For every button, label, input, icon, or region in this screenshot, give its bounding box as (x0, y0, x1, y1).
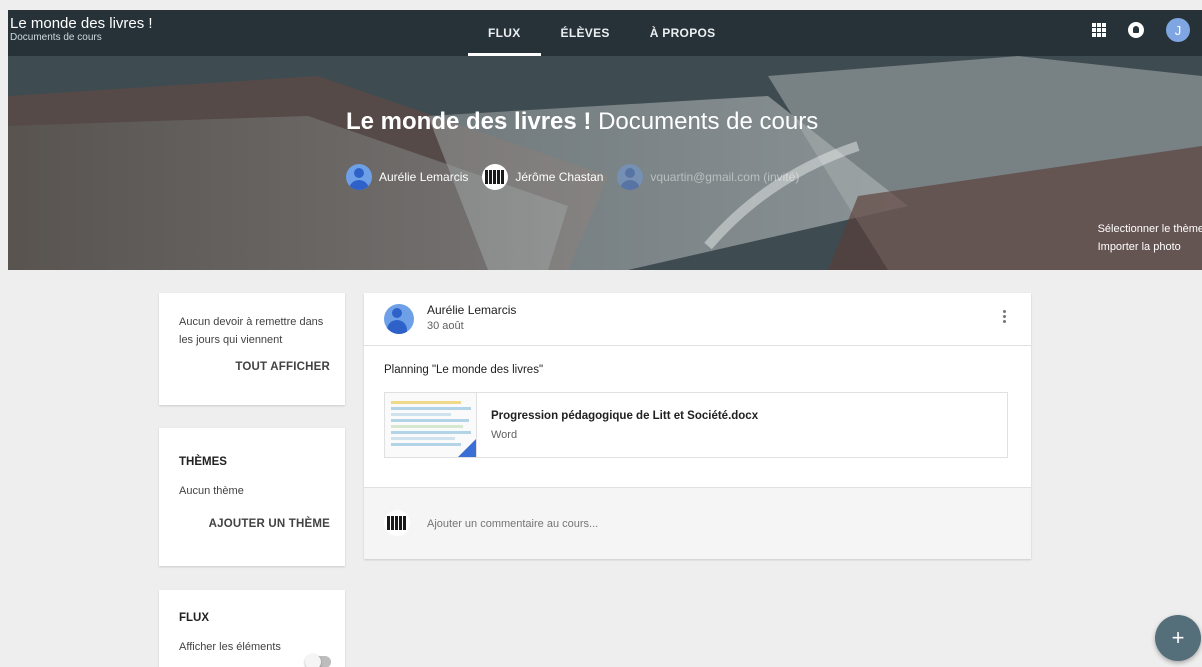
piano-avatar (384, 510, 410, 536)
add-fab-button[interactable]: + (1155, 615, 1201, 661)
upcoming-work-card: Aucun devoir à remettre dans les jours q… (159, 293, 345, 405)
teacher-list: Aurélie Lemarcis Jérôme Chastan vquartin… (346, 164, 805, 190)
topics-heading: THÈMES (179, 456, 227, 468)
import-photo-link[interactable]: Importer la photo (1098, 238, 1202, 256)
banner-title: Le monde des livres ! Documents de cours (346, 108, 818, 136)
class-comment-input[interactable] (427, 518, 827, 530)
attachment-name: Progression pédagogique de Litt et Socié… (491, 410, 759, 422)
post-text: Planning "Le monde des livres" (384, 364, 544, 376)
banner-title-bold: Le monde des livres ! (346, 108, 592, 135)
teacher-item[interactable]: Jérôme Chastan (482, 164, 603, 190)
teacher-item-invited[interactable]: vquartin@gmail.com (invité) (617, 164, 799, 190)
book-banner-illustration (8, 56, 1202, 270)
banner-title-light: Documents de cours (598, 108, 819, 135)
stream-settings-card: FLUX Afficher les éléments (159, 590, 345, 667)
classroom-window: Le monde des livres ! Documents de cours… (8, 10, 1202, 667)
teacher-name: vquartin@gmail.com (invité) (650, 170, 800, 184)
document-thumbnail (385, 393, 477, 457)
class-brand[interactable]: Le monde des livres ! Documents de cours (10, 15, 153, 44)
user-avatar (346, 164, 372, 190)
show-all-button[interactable]: TOUT AFFICHER (179, 361, 330, 373)
comment-bar (364, 487, 1031, 559)
stream-toggle-label: Afficher les éléments (179, 641, 281, 653)
attachment-type: Word (491, 429, 518, 441)
account-avatar[interactable]: J (1166, 18, 1190, 42)
stream-heading: FLUX (179, 612, 210, 624)
more-vert-icon[interactable] (1003, 310, 1007, 326)
banner-theme-links: Sélectionner le thème Importer la photo (1098, 220, 1202, 256)
class-title: Le monde des livres ! (10, 15, 153, 32)
piano-avatar (482, 164, 509, 190)
main-tabs: FLUX ÉLÈVES À PROPOS (468, 10, 735, 56)
stream-toggle[interactable] (305, 654, 331, 667)
upcoming-empty-text: Aucun devoir à remettre dans les jours q… (179, 316, 324, 346)
teacher-name: Jérôme Chastan (515, 170, 604, 184)
topics-empty-text: Aucun thème (179, 485, 244, 497)
teacher-item[interactable]: Aurélie Lemarcis (346, 164, 468, 190)
tab-flux[interactable]: FLUX (468, 10, 541, 56)
post-date: 30 août (427, 320, 464, 332)
select-theme-link[interactable]: Sélectionner le thème (1098, 220, 1202, 238)
post-body: Planning "Le monde des livres" Progressi… (364, 346, 1031, 487)
apps-grid-icon[interactable] (1092, 23, 1106, 37)
top-app-bar: Le monde des livres ! Documents de cours… (8, 10, 1202, 56)
user-avatar (384, 304, 414, 334)
attachment-card[interactable]: Progression pédagogique de Litt et Socié… (384, 392, 1008, 458)
topics-card: THÈMES Aucun thème AJOUTER UN THÈME (159, 428, 345, 566)
post-header: Aurélie Lemarcis 30 août (364, 293, 1031, 346)
class-subtitle: Documents de cours (10, 32, 102, 43)
teacher-name: Aurélie Lemarcis (379, 170, 469, 184)
notification-bell-icon[interactable] (1128, 22, 1144, 38)
class-banner: Le monde des livres ! Documents de cours… (8, 56, 1202, 270)
add-topic-button[interactable]: AJOUTER UN THÈME (179, 518, 330, 530)
stream-post: Aurélie Lemarcis 30 août Planning "Le mo… (364, 293, 1031, 559)
word-file-icon (458, 439, 476, 457)
tab-eleves[interactable]: ÉLÈVES (541, 10, 630, 56)
tab-a-propos[interactable]: À PROPOS (630, 10, 736, 56)
user-avatar (617, 164, 644, 190)
post-author: Aurélie Lemarcis (427, 303, 517, 317)
top-actions: J (1092, 18, 1190, 42)
